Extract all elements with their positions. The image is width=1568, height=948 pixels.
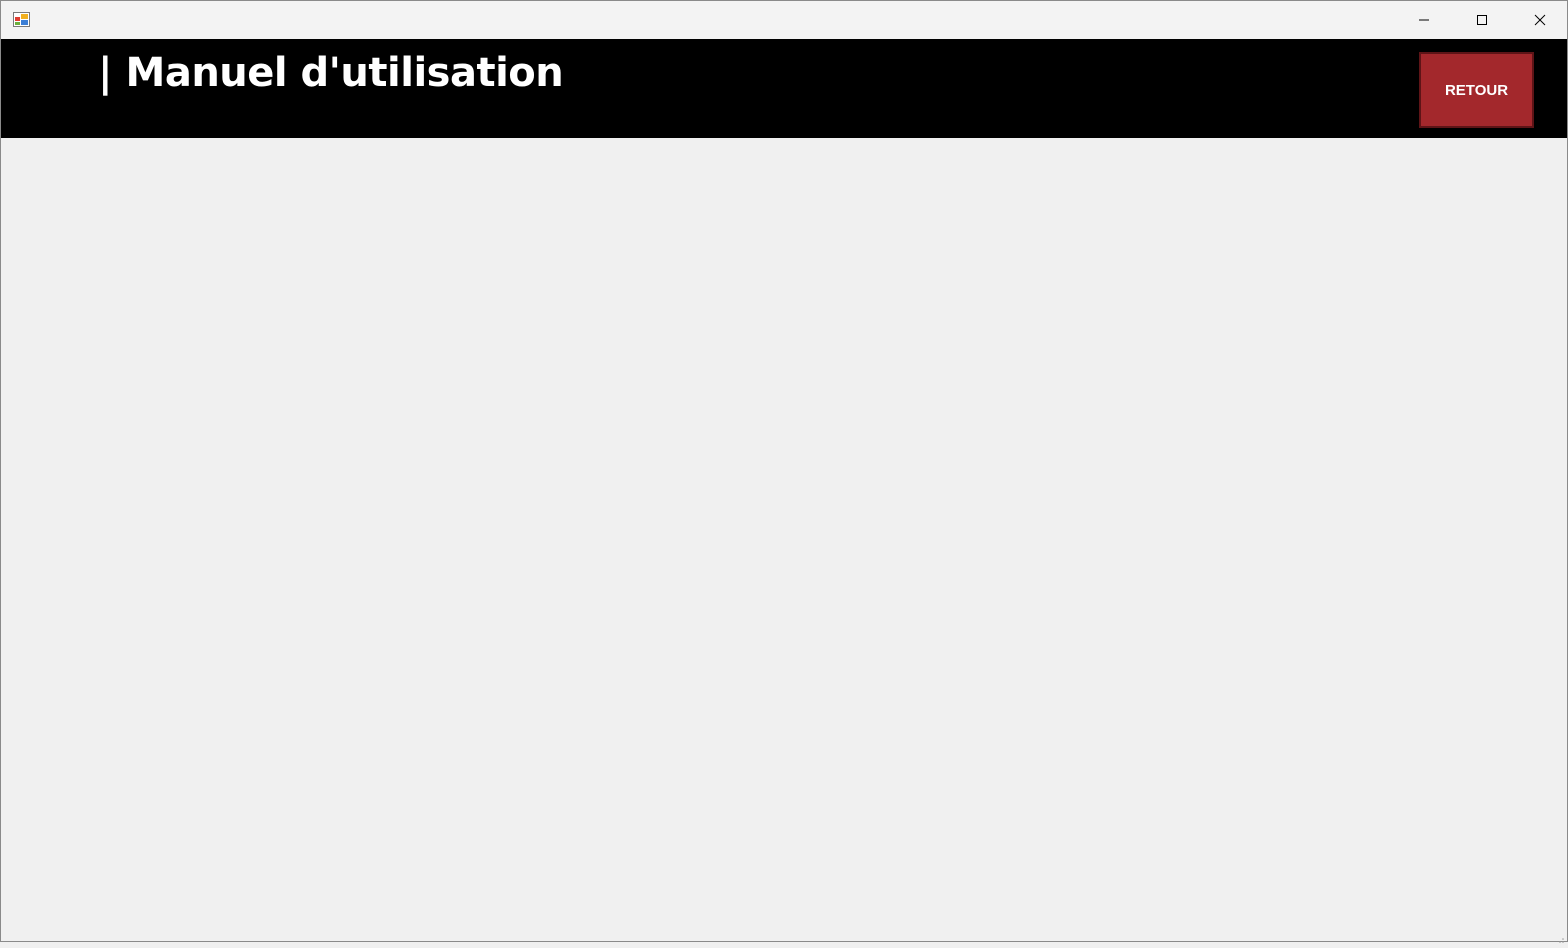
close-icon bbox=[1534, 11, 1546, 30]
content-area bbox=[1, 138, 1567, 941]
back-button[interactable]: RETOUR bbox=[1419, 52, 1534, 128]
close-button[interactable] bbox=[1511, 1, 1568, 39]
header-bar: | Manuel d'utilisation RETOUR bbox=[1, 39, 1567, 138]
page-title: | Manuel d'utilisation bbox=[98, 50, 564, 96]
maximize-button[interactable] bbox=[1453, 1, 1511, 39]
minimize-icon bbox=[1418, 11, 1430, 30]
title-bar[interactable] bbox=[1, 1, 1567, 39]
maximize-icon bbox=[1476, 11, 1488, 30]
resize-grip-icon[interactable] bbox=[1555, 929, 1565, 943]
minimize-button[interactable] bbox=[1395, 1, 1453, 39]
app-window: | Manuel d'utilisation RETOUR bbox=[0, 0, 1568, 943]
app-form-icon bbox=[13, 12, 30, 27]
